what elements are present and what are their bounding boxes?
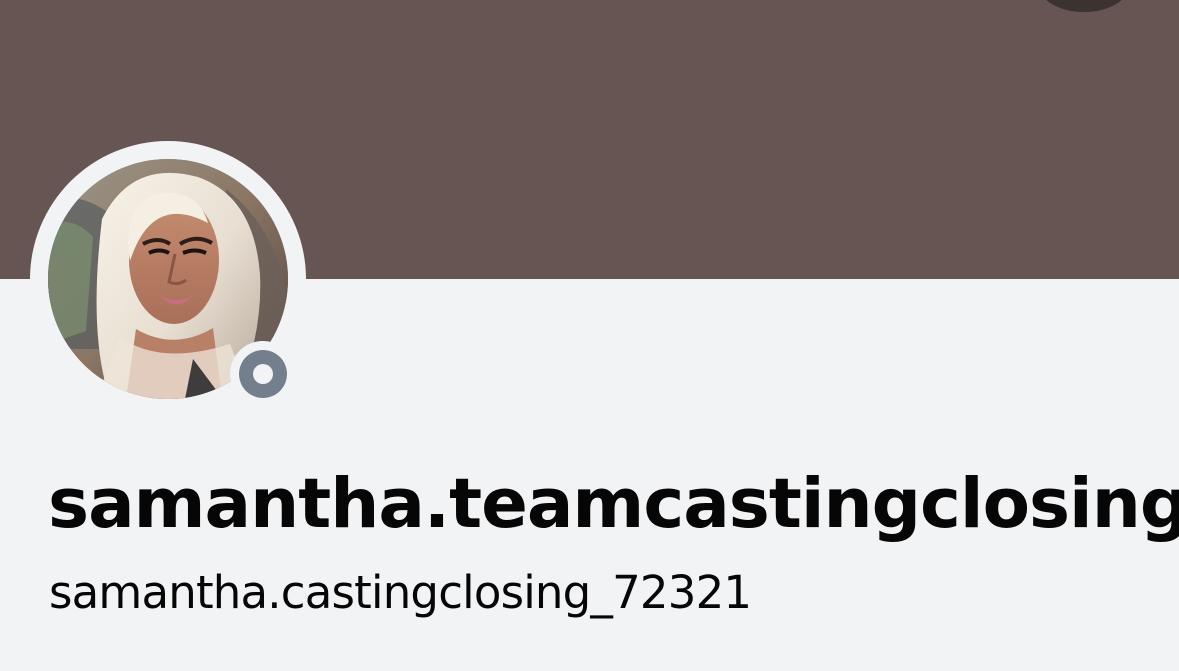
offline-status-icon bbox=[239, 350, 287, 398]
username: samantha.castingclosing_72321 bbox=[49, 566, 752, 619]
profile-screen: samantha.teamcastingclosing samantha.cas… bbox=[0, 0, 1179, 671]
display-name: samantha.teamcastingclosing bbox=[48, 464, 1179, 544]
status-icon-center bbox=[253, 364, 273, 384]
avatar-frame bbox=[30, 141, 306, 417]
status-indicator bbox=[230, 341, 296, 407]
